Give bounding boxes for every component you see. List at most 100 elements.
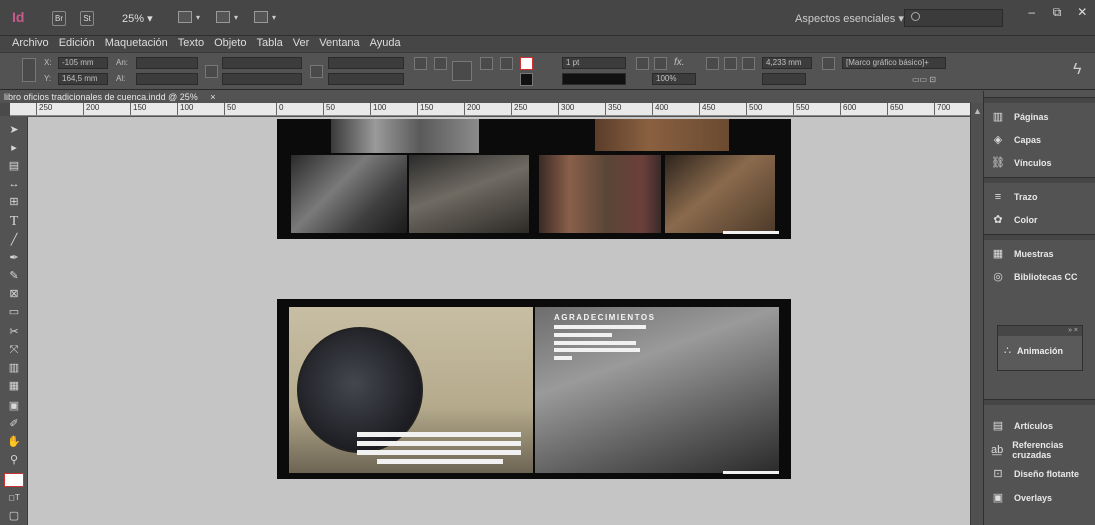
zoom-tool-icon[interactable]: ⚲ [4,453,24,467]
floating-panel-header[interactable]: » × [998,326,1082,336]
panel-group-header[interactable] [984,399,1095,405]
constrain-proportions-icon[interactable] [205,65,218,78]
rectangle-tool-icon[interactable]: ▭ [4,305,24,319]
chevron-down-icon[interactable]: ▾ [272,13,276,22]
flip-vertical-icon[interactable] [500,57,513,70]
gradient-feather-tool-icon[interactable]: ▦ [4,379,24,393]
workshop-photo-top[interactable] [595,119,729,151]
scissors-tool-icon[interactable]: ✂ [4,325,24,339]
panel-group-header[interactable] [984,97,1095,103]
panel-vinculos[interactable]: ⛓ Vínculos [990,153,1052,173]
object-style-icon[interactable] [822,57,835,70]
stroke-weight-field[interactable]: 1 pt [562,57,626,69]
page-tool-icon[interactable]: ▤ [4,159,24,173]
auto-fit-icon[interactable]: ▭▭ ⊡ [912,75,936,84]
panel-color[interactable]: ✿ Color [990,210,1037,230]
wall-photo[interactable] [289,307,533,473]
minimize-button[interactable]: – [1019,0,1044,25]
spread-2[interactable]: AGRADECIMIENTOS [277,299,791,479]
formatting-affects-icon[interactable]: ◻T [4,491,24,505]
rotate-ccw-icon[interactable] [434,57,447,70]
rectangle-frame-tool-icon[interactable]: ⊠ [4,287,24,301]
floating-panel-animacion[interactable]: » × ∴ Animación [997,325,1083,371]
align-left-icon[interactable] [706,57,719,70]
close-tab-icon[interactable]: × [210,92,215,102]
menu-edicion[interactable]: Edición [59,36,95,52]
note-tool-icon[interactable]: ▣ [4,399,24,413]
menu-ayuda[interactable]: Ayuda [370,36,401,52]
storefront-photo[interactable] [665,155,775,233]
panel-referencias-cruzadas[interactable]: a͟b Referencias cruzadas [990,440,1095,460]
rotate-icon[interactable] [414,57,427,70]
rotation-field[interactable] [328,57,404,69]
screen-mode-icon[interactable] [216,11,230,23]
panel-trazo[interactable]: ≡ Trazo [990,187,1038,207]
panel-overlays[interactable]: ▣ Overlays [990,488,1052,508]
lightning-icon[interactable]: ϟ [1073,61,1081,79]
panel-group-header[interactable] [984,234,1095,240]
panel-group-header[interactable] [984,177,1095,183]
effects-icon[interactable]: fx. [674,57,685,68]
fill-stroke-swatch-icon[interactable] [4,473,24,487]
align-center-icon[interactable] [724,57,737,70]
panel-paginas[interactable]: ▥ Páginas [990,107,1049,127]
object-style-select[interactable]: [Marco gráfico básico]+ [842,57,946,69]
shop-interior-photo[interactable] [539,155,661,233]
direct-selection-tool-icon[interactable]: ▸ [4,141,24,155]
ruler-origin[interactable] [0,103,10,116]
view-options-icon[interactable] [178,11,192,23]
chevron-down-icon[interactable]: ▾ [234,13,238,22]
text-wrap-icon[interactable] [452,61,472,81]
shadow-icon[interactable] [654,57,667,70]
opacity-field[interactable]: 100% [652,73,696,85]
vertical-scrollbar[interactable]: ▲ [970,103,983,525]
search-input[interactable] [904,9,1003,27]
content-collector-icon[interactable]: ⊞ [4,195,24,209]
maximize-button[interactable]: ⧉ [1044,0,1069,25]
menu-ventana[interactable]: Ventana [319,36,359,52]
hand-tool-icon[interactable]: ✋ [4,435,24,449]
screen-mode-tool-icon[interactable]: ▢ [4,509,24,523]
baskets-photo[interactable] [291,155,407,233]
reference-point-icon[interactable] [22,58,36,82]
menu-tabla[interactable]: Tabla [256,36,282,52]
corner-shape-select[interactable] [762,73,806,85]
stock-button[interactable]: St [80,11,94,26]
link-scale-icon[interactable] [310,65,323,78]
fill-none-icon[interactable] [520,57,533,70]
workspace-switcher[interactable]: Aspectos esenciales ▾ [795,12,904,25]
type-tool-icon[interactable]: T [4,215,24,229]
pencil-tool-icon[interactable]: ✎ [4,269,24,283]
scroll-up-icon[interactable]: ▲ [973,106,982,116]
close-button[interactable]: ✕ [1070,0,1095,25]
frame-fitting-icon[interactable] [636,57,649,70]
gap-tool-icon[interactable]: ↔ [4,177,24,191]
stroke-swatch-icon[interactable] [520,73,533,86]
line-tool-icon[interactable]: ╱ [4,233,24,247]
horizontal-ruler[interactable]: 250 200 150 100 50 0 50 100 150 200 250 … [10,103,974,116]
width-field[interactable] [136,57,198,69]
selection-tool-icon[interactable]: ➤ [4,123,24,137]
stroke-type-select[interactable] [562,73,626,85]
height-field[interactable] [136,73,198,85]
x-position-field[interactable]: -105 mm [58,57,108,69]
panel-muestras[interactable]: ▦ Muestras [990,244,1054,264]
y-position-field[interactable]: 164,5 mm [58,73,108,85]
menu-objeto[interactable]: Objeto [214,36,246,52]
menu-archivo[interactable]: Archivo [12,36,49,52]
panel-diseno-flotante[interactable]: ⊡ Diseño flotante [990,464,1079,484]
spacing-field[interactable]: 4,233 mm [762,57,812,69]
eyedropper-tool-icon[interactable]: ✐ [4,417,24,431]
shear-field[interactable] [328,73,404,85]
pottery-photo[interactable] [331,119,479,153]
stone-wall-photo[interactable] [535,307,779,473]
menu-ver[interactable]: Ver [293,36,310,52]
scale-x-field[interactable] [222,57,302,69]
chevron-down-icon[interactable]: ▾ [196,13,200,22]
panel-articulos[interactable]: ▤ Artículos [990,416,1053,436]
free-transform-tool-icon[interactable]: ⤧ [4,343,24,357]
document-tab[interactable]: libro oficios tradicionales de cuenca.in… [0,91,250,103]
menu-maquetacion[interactable]: Maquetación [105,36,168,52]
panel-bibliotecas-cc[interactable]: ◎ Bibliotecas CC [990,267,1077,287]
scale-y-field[interactable] [222,73,302,85]
